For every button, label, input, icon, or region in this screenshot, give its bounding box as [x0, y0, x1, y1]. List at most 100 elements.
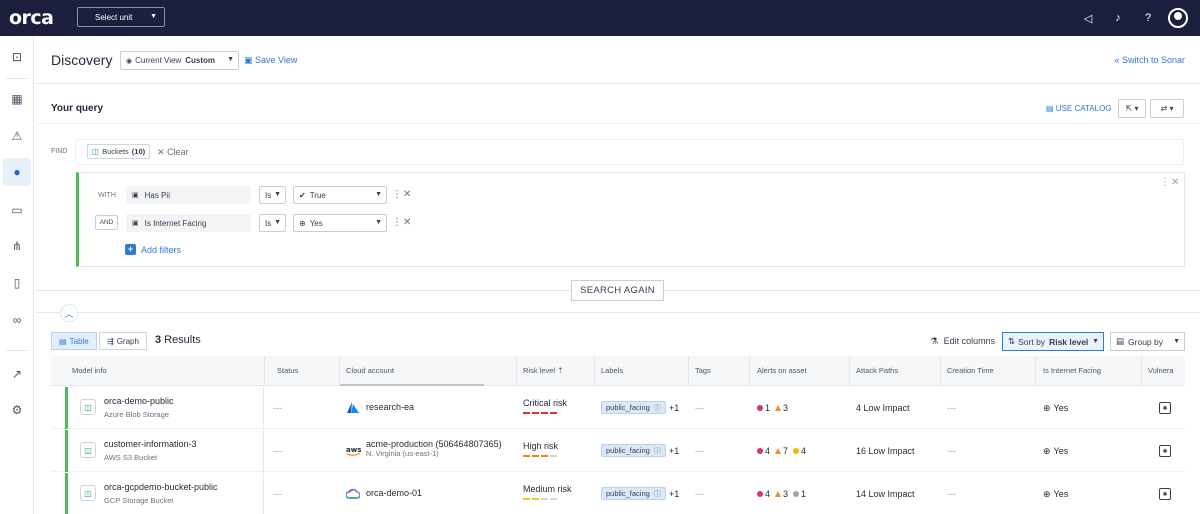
sidebar-item-compliance[interactable]: ▯ — [3, 269, 31, 297]
alert-count[interactable]: 3 — [775, 403, 788, 413]
risk-bar-segment — [550, 455, 557, 457]
column-header[interactable]: Attack Paths — [856, 366, 898, 375]
alert-count[interactable]: 4 — [757, 446, 770, 456]
column-header[interactable]: Alerts on asset — [757, 366, 807, 375]
avatar[interactable] — [1168, 8, 1188, 28]
label-chip[interactable]: public_facing ⓘ — [601, 487, 666, 500]
filter-value-select[interactable]: ✔ True ▼ — [293, 186, 387, 204]
sidebar-item-automation[interactable]: ↗ — [3, 360, 31, 388]
alert-count[interactable]: 4 — [757, 489, 770, 499]
sidebar-item-shift-left[interactable]: ∞ — [3, 306, 31, 334]
filter-field[interactable]: ▣ Has Pii — [126, 186, 251, 204]
collapse-query-button[interactable]: ︿ — [60, 304, 78, 322]
use-catalog-button[interactable]: ▤ USE CATALOG — [1046, 104, 1112, 113]
remove-filter-icon[interactable]: ✕ — [403, 189, 411, 200]
asset-type-chip[interactable]: ◫ Buckets (10) — [87, 144, 151, 159]
column-header[interactable]: Status — [277, 366, 298, 375]
sort-by-select[interactable]: ⇅ Sort by Risk level ▼ — [1002, 332, 1104, 351]
label-chip[interactable]: public_facing ⓘ — [601, 401, 666, 414]
alert-count[interactable]: 1 — [793, 489, 806, 499]
column-header[interactable]: Tags — [695, 366, 711, 375]
bell-icon[interactable]: ♪ — [1103, 12, 1133, 24]
labels-more[interactable]: +1 — [669, 446, 679, 456]
save-view-button[interactable]: ▣ Save View — [244, 55, 297, 66]
unit-select[interactable]: Select unit ▼ — [77, 7, 165, 27]
cloud-account-cell[interactable]: research-ea — [366, 402, 414, 412]
cloud-account-cell[interactable]: acme-production (506464807365) N. Virgini… — [366, 439, 502, 458]
column-header[interactable]: Creation Time — [947, 366, 994, 375]
switch-to-sonar-link[interactable]: « Switch to Sonar — [1114, 55, 1185, 65]
asset-name[interactable]: customer-information-3 — [104, 439, 197, 449]
sidebar-item-settings[interactable]: ⚙ — [3, 396, 31, 424]
alert-count-value: 1 — [801, 489, 807, 499]
column-header[interactable]: Cloud account — [346, 366, 394, 375]
model-info-cell[interactable]: ◫ orca-gcpdemo-bucket-public GCP Storage B… — [68, 473, 264, 514]
megaphone-icon[interactable]: ◁ — [1073, 12, 1103, 25]
alert-count[interactable]: 1 — [757, 403, 770, 413]
table-row[interactable]: ◫ customer-information-3 AWS S3 Bucket --- a… — [51, 430, 1185, 472]
current-view-select[interactable]: ◉ Current View Custom ▼ — [120, 51, 239, 70]
more-vertical-icon[interactable]: ⋮ — [392, 189, 402, 200]
edit-columns-button[interactable]: ⚗ Edit columns — [930, 336, 995, 347]
asset-name[interactable]: orca-gcpdemo-bucket-public — [104, 482, 218, 492]
chevron-down-icon: ▼ — [375, 191, 382, 198]
labels-more[interactable]: +1 — [669, 489, 679, 499]
close-icon: ✕ — [157, 147, 165, 157]
vulnerability-icon[interactable]: ✱ — [1159, 445, 1171, 457]
attack-paths-cell[interactable]: 16 Low Impact — [856, 446, 915, 456]
divider — [749, 356, 750, 386]
remove-filter-icon[interactable]: ✕ — [403, 217, 411, 228]
model-info-cell[interactable]: ◫ customer-information-3 AWS S3 Bucket — [68, 430, 264, 472]
page-header: Discovery ◉ Current View Custom ▼ ▣ Save… — [35, 36, 1200, 84]
sidebar-item-graph[interactable]: ⋔ — [3, 232, 31, 260]
close-icon[interactable]: ✕ — [1171, 177, 1179, 188]
column-header[interactable]: Risk level ⇡ — [523, 366, 563, 375]
alert-count[interactable]: 4 — [793, 446, 806, 456]
clear-button[interactable]: ✕ Clear — [157, 147, 189, 158]
sidebar-item-lock[interactable]: ⊡ — [3, 43, 31, 71]
more-vertical-icon[interactable]: ⋮ — [1160, 177, 1170, 188]
model-info-cell[interactable]: ◫ orca-demo-public Azure Blob Storage — [68, 387, 264, 429]
alert-count[interactable]: 7 — [775, 446, 788, 456]
sidebar-item-discovery[interactable]: ● — [3, 158, 31, 186]
svg-text:aws: aws — [346, 446, 361, 454]
sidebar-item-dashboard[interactable]: ▦ — [3, 85, 31, 113]
filter-value-select[interactable]: ⊕ Yes ▼ — [293, 214, 387, 232]
help-icon[interactable]: ? — [1133, 12, 1163, 24]
divider — [264, 356, 265, 386]
tab-graph[interactable]: ⇶ Graph — [99, 332, 147, 350]
labels-more[interactable]: +1 — [669, 403, 679, 413]
column-header[interactable]: Model info — [72, 366, 107, 375]
share-button[interactable]: ⇱ ▾ — [1118, 99, 1146, 118]
chevron-down-icon: ▼ — [375, 219, 382, 226]
alert-count[interactable]: 3 — [775, 489, 788, 499]
filter-field[interactable]: ▣ Is Internet Facing — [126, 214, 251, 232]
orca-logo[interactable]: orca — [9, 7, 54, 29]
sliders-icon: ⇄ ▾ — [1160, 104, 1174, 113]
sidebar-item-alerts[interactable]: ⚠ — [3, 122, 31, 150]
tab-table[interactable]: ▤ Table — [51, 332, 97, 350]
vulnerability-icon[interactable]: ✱ — [1159, 488, 1171, 500]
account-name: orca-demo-01 — [366, 488, 423, 498]
filter-op-and[interactable]: AND — [95, 215, 118, 230]
add-filters-button[interactable]: + Add filters — [125, 244, 181, 255]
more-vertical-icon[interactable]: ⋮ — [392, 217, 402, 228]
filter-comparator-select[interactable]: Is ▼ — [259, 186, 286, 204]
cloud-account-cell[interactable]: orca-demo-01 — [366, 488, 422, 498]
group-by-select[interactable]: ▤ Group by ▼ — [1110, 332, 1185, 351]
attack-paths-cell[interactable]: 4 Low Impact — [856, 403, 910, 413]
column-header[interactable]: Labels — [601, 366, 623, 375]
table-row[interactable]: ◫ orca-gcpdemo-bucket-public GCP Storage B… — [51, 473, 1185, 514]
sidebar-item-inventory[interactable]: ▭ — [3, 196, 31, 224]
attack-paths-cell[interactable]: 14 Low Impact — [856, 489, 915, 499]
query-settings-button[interactable]: ⇄ ▾ — [1150, 99, 1184, 118]
vulnerability-icon[interactable]: ✱ — [1159, 402, 1171, 414]
filter-comparator-select[interactable]: Is ▼ — [259, 214, 286, 232]
column-header[interactable]: Is Internet Facing — [1043, 366, 1101, 375]
chevron-down-icon: ▼ — [274, 219, 281, 226]
label-chip[interactable]: public_facing ⓘ — [601, 444, 666, 457]
search-again-button[interactable]: SEARCH AGAIN — [571, 280, 664, 301]
asset-name[interactable]: orca-demo-public — [104, 396, 174, 406]
table-row[interactable]: ◫ orca-demo-public Azure Blob Storage --- re… — [51, 387, 1185, 429]
column-header[interactable]: Vulnera — [1148, 366, 1174, 375]
